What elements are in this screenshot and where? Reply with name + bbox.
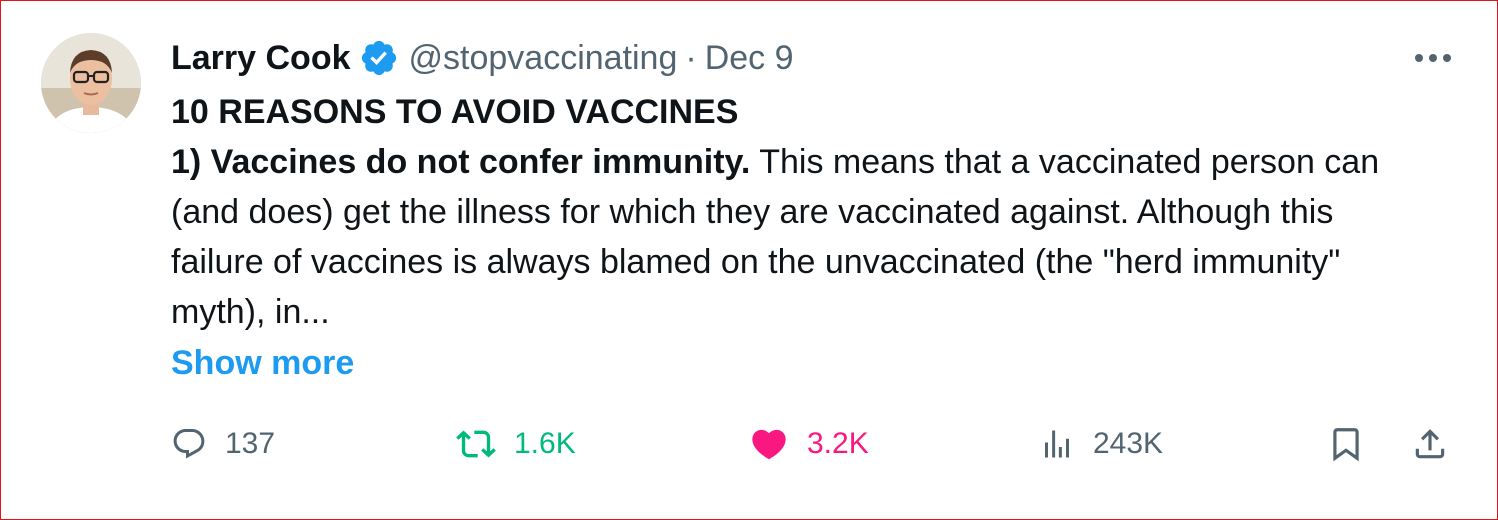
reply-button[interactable]: 137 [171, 419, 275, 469]
author-name[interactable]: Larry Cook [171, 35, 351, 81]
header-separator: · [685, 39, 697, 77]
tweet-date[interactable]: Dec 9 [705, 35, 794, 81]
like-button[interactable]: 3.2K [749, 419, 869, 469]
show-more-link[interactable]: Show more [171, 338, 354, 388]
views-count: 243K [1093, 427, 1164, 460]
reply-count: 137 [225, 427, 276, 460]
like-count: 3.2K [807, 427, 869, 460]
tweet-header: Larry Cook @stopvaccinating · Dec 9 [171, 35, 794, 81]
bookmark-icon [1327, 425, 1365, 463]
heart-icon [749, 424, 789, 464]
point-lead: 1) Vaccines do not confer immunity. [171, 143, 751, 181]
author-handle[interactable]: @stopvaccinating [409, 35, 678, 81]
tweet-text: 10 REASONS TO AVOID VACCINES 1) Vaccines… [171, 87, 1421, 337]
tweet-card: Larry Cook @stopvaccinating · Dec 9 10 R… [0, 0, 1498, 520]
tweet-title: 10 REASONS TO AVOID VACCINES [171, 93, 739, 131]
share-button[interactable] [1411, 419, 1449, 469]
verified-badge-icon[interactable] [359, 38, 399, 78]
more-dots-icon[interactable] [1411, 43, 1455, 73]
retweet-icon [456, 424, 496, 464]
author-avatar[interactable] [41, 33, 141, 133]
retweet-button[interactable]: 1.6K [456, 419, 576, 469]
tweet-actions: 137 1.6K 3.2K 243K [1, 419, 1498, 469]
bookmark-button[interactable] [1327, 419, 1365, 469]
tweet-paragraph: 1) Vaccines do not confer immunity. This… [171, 137, 1421, 337]
views-bar-chart-icon [1039, 426, 1075, 462]
reply-icon [171, 426, 207, 462]
views-button[interactable]: 243K [1039, 419, 1163, 469]
share-icon [1411, 425, 1449, 463]
retweet-count: 1.6K [514, 427, 576, 460]
